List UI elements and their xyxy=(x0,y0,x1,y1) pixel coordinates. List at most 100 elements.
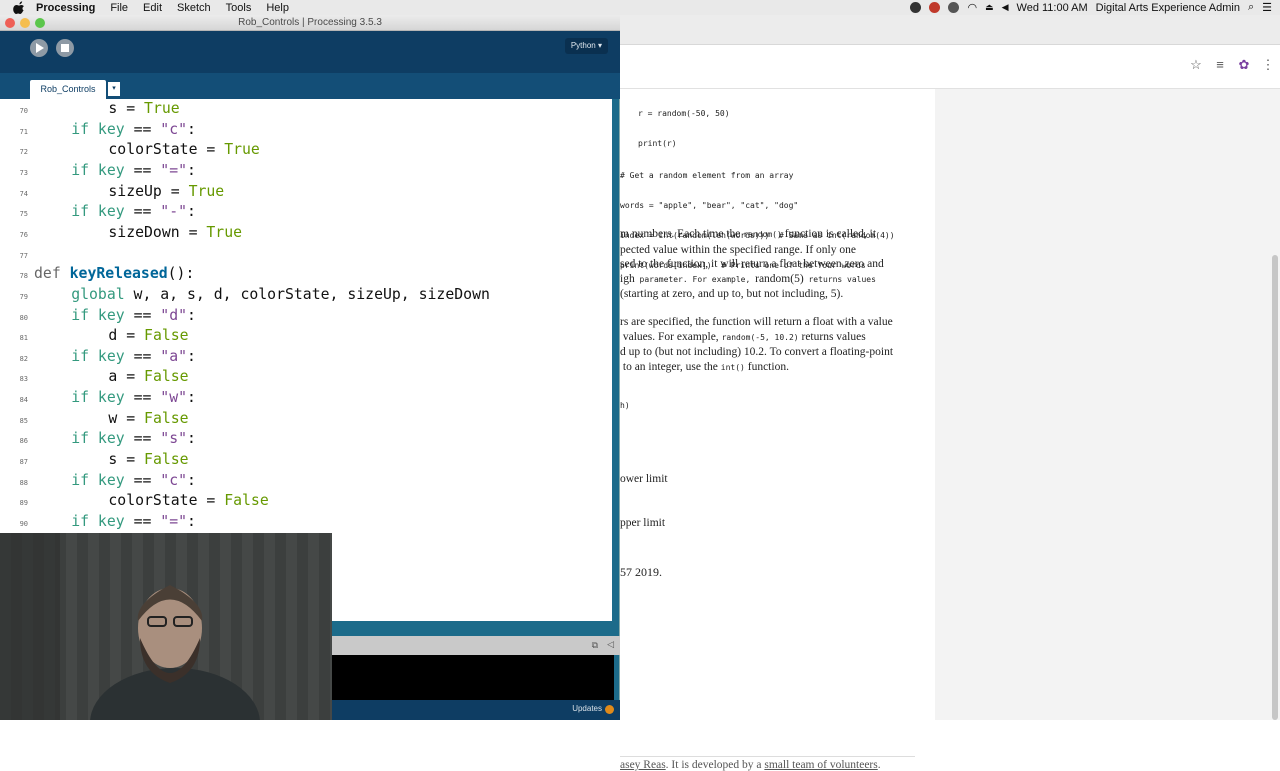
code-line[interactable]: if key == "=": xyxy=(71,162,196,179)
footer-volunteers-link[interactable]: small team of volunteers xyxy=(764,759,877,771)
menubar-clock[interactable]: Wed 11:00 AM xyxy=(1017,2,1088,14)
line-number: 70 xyxy=(19,107,28,115)
window-title: Rob_Controls | Processing 3.5.3 xyxy=(238,17,382,28)
spotlight-search-icon[interactable]: ⌕ xyxy=(1248,1,1254,14)
code-line[interactable]: colorState = False xyxy=(108,492,268,509)
code-line[interactable]: if key == "d": xyxy=(71,307,196,324)
screen-share-icon[interactable] xyxy=(948,2,960,13)
tab-rob-controls[interactable]: Rob_Controls xyxy=(30,80,106,99)
code-token: if xyxy=(71,471,98,489)
tray-app-icon[interactable] xyxy=(910,2,922,13)
prose-line: (starting at zero, and up to, but not in… xyxy=(620,288,844,301)
code-token: colorState = xyxy=(108,492,225,510)
code-token: "s" xyxy=(160,430,188,448)
code-token: : xyxy=(187,471,196,489)
menubar-user[interactable]: Digital Arts Experience Admin xyxy=(1096,2,1240,14)
code-line[interactable]: sizeUp = True xyxy=(108,183,224,200)
code-line[interactable]: s = False xyxy=(108,451,188,468)
code-token: w = xyxy=(108,409,145,427)
code-line[interactable]: if key == "a": xyxy=(71,348,196,365)
console-collapse-icon[interactable]: ◁ xyxy=(607,639,614,650)
code-line[interactable]: a = False xyxy=(108,368,188,385)
console-output[interactable] xyxy=(332,655,614,700)
browser-scrollbar[interactable] xyxy=(1272,255,1278,720)
code-line[interactable]: d = False xyxy=(108,327,188,344)
status-bar: Updates xyxy=(332,700,620,720)
prose-line: d up to (but not including) 10.2. To con… xyxy=(620,346,894,359)
mode-selector[interactable]: Python ▾ xyxy=(564,38,608,54)
param-high: pper limit xyxy=(620,516,666,529)
page-side-gutter xyxy=(935,89,1280,720)
syntax-line: h) xyxy=(620,401,630,410)
footer-author-link[interactable]: asey Reas xyxy=(620,759,666,771)
code-line[interactable]: def keyReleased(): xyxy=(34,265,194,282)
code-token: key xyxy=(97,513,125,530)
footer-credits: asey Reas. It is developed by a small te… xyxy=(620,759,881,771)
code-token: global xyxy=(71,285,125,303)
record-icon[interactable] xyxy=(929,2,941,13)
updated-date: 57 2019. xyxy=(620,565,662,579)
code-token: if xyxy=(71,161,98,179)
eject-icon[interactable]: ⏏ xyxy=(985,2,994,13)
code-line[interactable]: if key == "c": xyxy=(71,121,196,138)
code-line[interactable]: if key == "=": xyxy=(71,513,196,530)
code-token: == xyxy=(124,513,161,530)
apple-menu-icon[interactable] xyxy=(12,1,26,14)
tab-menu-arrow[interactable]: ▾ xyxy=(108,82,120,96)
line-number: 81 xyxy=(19,334,28,343)
line-number: 90 xyxy=(19,520,28,528)
prose-line: sed to the function, it will return a fl… xyxy=(620,258,884,271)
code-token: == xyxy=(124,430,161,448)
browser-address-bar: ☆ ≡ ✿ ⋮ xyxy=(620,45,1280,89)
webcam-overlay xyxy=(0,533,332,720)
updates-label[interactable]: Updates xyxy=(572,704,602,713)
code-token: if xyxy=(71,120,98,138)
reading-list-icon[interactable]: ≡ xyxy=(1212,57,1228,73)
code-line[interactable]: s = True xyxy=(108,100,179,117)
code-token: : xyxy=(187,161,196,179)
console-copy-icon[interactable]: ⧉ xyxy=(592,640,598,651)
wifi-icon[interactable]: ◠ xyxy=(967,1,977,14)
code-token: False xyxy=(224,492,269,510)
code-editor[interactable]: 70 71 72 73 74 75 76 77 78 79 80 81 82 83 84 85 86 87 88 89… xyxy=(0,99,612,551)
menu-app-processing[interactable]: Processing xyxy=(36,2,95,14)
notification-center-icon[interactable]: ☰ xyxy=(1262,1,1272,14)
code-token: "c" xyxy=(160,120,188,138)
run-button[interactable] xyxy=(30,39,48,57)
browser-menu-icon[interactable]: ⋮ xyxy=(1260,57,1276,73)
code-token: key xyxy=(97,389,125,407)
volume-icon[interactable]: ◀ xyxy=(1002,2,1009,13)
browser-window: ☆ ≡ ✿ ⋮ r = random(-50, 50) print(r) # G… xyxy=(620,15,1280,771)
menu-sketch[interactable]: Sketch xyxy=(177,2,211,14)
updates-badge xyxy=(605,705,614,714)
bookmark-star-icon[interactable]: ☆ xyxy=(1188,57,1204,73)
menu-tools[interactable]: Tools xyxy=(226,2,252,14)
code-token: "=" xyxy=(160,161,188,179)
code-token: if xyxy=(71,513,98,530)
menu-file[interactable]: File xyxy=(110,2,128,14)
menu-help[interactable]: Help xyxy=(266,2,289,14)
extension-icon[interactable]: ✿ xyxy=(1236,57,1252,73)
code-line[interactable]: if key == "s": xyxy=(71,430,196,447)
code-line[interactable]: w = False xyxy=(108,410,188,427)
editor-area-lower xyxy=(332,536,612,621)
code-token: "a" xyxy=(160,347,188,365)
code-token: key xyxy=(97,347,125,365)
code-token: False xyxy=(144,409,189,427)
code-line[interactable]: if key == "-": xyxy=(71,203,196,220)
prose-line: rs are specified, the function will retu… xyxy=(620,316,893,328)
stop-icon xyxy=(61,44,69,52)
code-token: "-" xyxy=(160,203,188,221)
code-line[interactable]: colorState = True xyxy=(108,141,259,158)
stop-button[interactable] xyxy=(56,39,74,57)
code-token: key xyxy=(97,306,125,324)
code-line[interactable]: global w, a, s, d, colorState, sizeUp, s… xyxy=(71,286,490,303)
line-number: 85 xyxy=(19,416,28,425)
prose-line: m numbers. Each time the random() functi… xyxy=(620,228,877,240)
code-line[interactable]: sizeDown = True xyxy=(108,224,242,241)
code-line[interactable]: if key == "w": xyxy=(71,389,196,406)
code-line[interactable]: if key == "c": xyxy=(71,472,196,489)
code-token: if xyxy=(71,306,98,324)
menu-edit[interactable]: Edit xyxy=(143,2,162,14)
prose-line: igh parameter. For example, random(5) re… xyxy=(620,272,876,285)
